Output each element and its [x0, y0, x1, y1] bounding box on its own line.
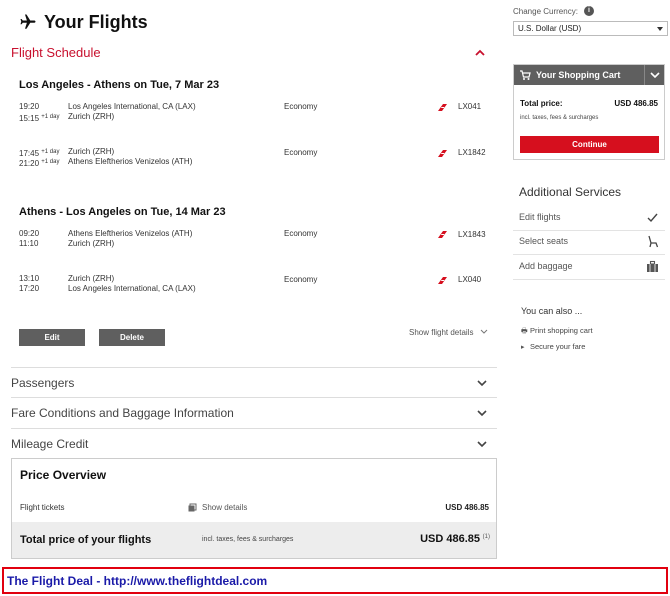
cabin-class: Economy	[284, 102, 318, 111]
continue-button[interactable]: Continue	[520, 136, 659, 153]
total-price-note: incl. taxes, fees & surcharges	[202, 536, 294, 543]
secure-your-fare-link[interactable]: ▸ Secure your fare	[521, 342, 585, 351]
chevron-down-icon	[477, 441, 487, 448]
shopping-cart-panel: Your Shopping Cart Total price: USD 486.…	[513, 64, 665, 160]
chevron-down-icon	[477, 410, 487, 417]
airline-logo-icon	[438, 277, 447, 284]
accordion-fare-conditions[interactable]: Fare Conditions and Baggage Information	[11, 397, 497, 427]
seat-icon	[648, 235, 659, 248]
page-title: Your Flights	[44, 12, 148, 32]
print-shopping-cart-link[interactable]: 🖶 Print shopping cart	[521, 326, 593, 338]
plane-icon	[20, 14, 36, 29]
cabin-class: Economy	[284, 275, 318, 284]
service-select-seats[interactable]: Select seats	[513, 231, 665, 255]
arrival-time: 17:20	[19, 284, 40, 293]
cart-icon	[520, 70, 531, 80]
accordion-label: Fare Conditions and Baggage Information	[11, 406, 234, 420]
service-add-baggage[interactable]: Add baggage	[513, 256, 665, 280]
flight-number: LX040	[458, 275, 482, 284]
arrival-airport: Los Angeles International, CA (LAX)	[68, 284, 196, 293]
departure-time: 13:10	[19, 274, 40, 283]
arrival-time: 11:10	[19, 239, 39, 248]
departure-time: 19:20	[19, 102, 40, 111]
departure-airport: Zurich (ZRH)	[68, 274, 115, 283]
arrival-airport: Athens Eleftherios Venizelos (ATH)	[68, 157, 193, 166]
cart-toggle[interactable]	[644, 65, 664, 85]
flight-number: LX1843	[458, 230, 486, 239]
dropdown-caret-icon	[657, 27, 663, 31]
chevron-right-icon: ▸	[521, 344, 525, 351]
inbound-route-title: Athens - Los Angeles on Tue, 14 Mar 23	[19, 206, 226, 218]
print-icon: 🖶	[521, 328, 528, 335]
chevron-down-icon	[480, 329, 488, 334]
change-currency-label: Change Currency:	[513, 7, 578, 16]
accordion-label: Mileage Credit	[11, 437, 89, 451]
total-price-label: Total price of your flights	[20, 534, 152, 546]
flight-number: LX041	[458, 102, 482, 111]
flight-deal-banner: The Flight Deal - http://www.theflightde…	[2, 567, 668, 594]
details-icon	[188, 503, 197, 512]
cart-total-note: incl. taxes, fees & surcharges	[520, 115, 599, 121]
checkmark-icon	[647, 213, 658, 223]
link-label: Secure your fare	[530, 342, 586, 351]
accordion-passengers[interactable]: Passengers	[11, 367, 497, 397]
cart-total-label: Total price:	[520, 99, 563, 108]
banner-text[interactable]: The Flight Deal - http://www.theflightde…	[7, 574, 267, 588]
cabin-class: Economy	[284, 229, 318, 238]
airline-logo-icon	[438, 150, 447, 157]
cabin-class: Economy	[284, 148, 318, 157]
arrival-airport: Zurich (ZRH)	[68, 112, 115, 121]
price-overview-title: Price Overview	[20, 468, 107, 482]
airline-logo-icon	[438, 104, 447, 111]
edit-button[interactable]: Edit	[19, 329, 85, 346]
service-label: Select seats	[519, 236, 569, 246]
service-label: Add baggage	[519, 261, 573, 271]
airline-logo-icon	[438, 231, 447, 238]
price-overview-panel: Price Overview Flight tickets Show detai…	[11, 458, 497, 559]
departure-time: 09:20	[19, 229, 40, 238]
delete-button[interactable]: Delete	[99, 329, 165, 346]
departure-airport: Athens Eleftherios Venizelos (ATH)	[68, 229, 193, 238]
service-label: Edit flights	[519, 212, 561, 222]
additional-services-title: Additional Services	[519, 185, 622, 199]
accordion-mileage-credit[interactable]: Mileage Credit	[11, 428, 497, 458]
shopping-cart-title: Your Shopping Cart	[536, 70, 621, 80]
shopping-cart-header[interactable]: Your Shopping Cart	[514, 65, 664, 85]
cart-total-amount: USD 486.85	[614, 99, 658, 108]
total-price-amount: USD 486.85	[420, 533, 480, 545]
departure-airport: Zurich (ZRH)	[68, 147, 115, 156]
link-label: Print shopping cart	[530, 326, 593, 335]
show-details-link[interactable]: Show details	[202, 503, 247, 512]
outbound-route-title: Los Angeles - Athens on Tue, 7 Mar 23	[19, 79, 220, 91]
arrival-airport: Zurich (ZRH)	[68, 239, 115, 248]
flight-schedule-heading[interactable]: Flight Schedule	[11, 45, 101, 60]
show-flight-details-link[interactable]: Show flight details	[409, 328, 488, 337]
arrival-time: 21:20 +1 day	[19, 159, 60, 168]
show-flight-details-label: Show flight details	[409, 328, 474, 337]
total-price-bar: Total price of your flights incl. taxes,…	[12, 522, 496, 558]
chevron-down-icon	[477, 380, 487, 387]
flight-number: LX1842	[458, 148, 486, 157]
accordion-label: Passengers	[11, 376, 75, 390]
arrival-time: 15:15 +1 day	[19, 114, 60, 123]
main-content: Your Flights Flight Schedule Los Angeles…	[0, 0, 505, 566]
currency-select[interactable]: U.S. Dollar (USD)	[513, 21, 668, 36]
currency-selected-value: U.S. Dollar (USD)	[518, 24, 582, 33]
info-icon[interactable]: i	[584, 6, 594, 16]
flight-tickets-amount: USD 486.85	[445, 503, 489, 512]
service-edit-flights[interactable]: Edit flights	[513, 207, 665, 231]
chevron-up-icon[interactable]	[474, 49, 486, 57]
footnote-marker: (1)	[482, 534, 490, 540]
flight-tickets-label: Flight tickets	[20, 503, 65, 512]
chevron-down-icon	[650, 72, 660, 78]
departure-airport: Los Angeles International, CA (LAX)	[68, 102, 196, 111]
baggage-icon	[647, 260, 658, 272]
you-can-also-title: You can also ...	[521, 306, 583, 316]
